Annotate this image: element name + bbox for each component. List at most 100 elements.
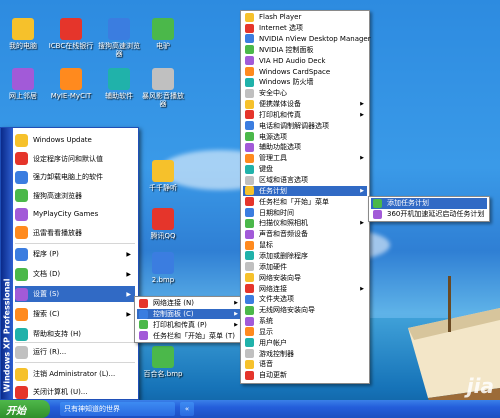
desktop-icon[interactable]: 百合名.bmp	[140, 346, 186, 378]
menu-item-label: 区域和语言选项	[259, 176, 308, 185]
desktop-icon[interactable]: 搜狗高速浏览器	[96, 18, 142, 58]
menu-item[interactable]: VIA HD Audio Deck	[243, 55, 367, 66]
accessibility-icon	[245, 142, 254, 152]
menu-item[interactable]: 自动更新	[243, 370, 367, 381]
windows-update-icon	[15, 133, 28, 147]
menu-item[interactable]: 打印机和传真 ▶	[243, 110, 367, 121]
taskbar-icon	[139, 331, 148, 341]
menu-item[interactable]: 日期和时间	[243, 207, 367, 218]
menu-item[interactable]: 扫描仪和照相机 ▶	[243, 218, 367, 229]
menu-item[interactable]: Windows CardSpace	[243, 66, 367, 77]
audio-icon	[245, 56, 254, 66]
menu-item[interactable]: 用户帐户	[243, 338, 367, 349]
menu-item[interactable]: 管理工具 ▶	[243, 153, 367, 164]
menu-item[interactable]: 打印机和传真 (P) ▶	[137, 320, 241, 331]
menu-item[interactable]: 辅助功能选项	[243, 142, 367, 153]
menu-item[interactable]: 显示	[243, 327, 367, 338]
submenu-arrow-icon: ▶	[234, 321, 238, 328]
menu-item[interactable]: 添加任务计划	[371, 198, 487, 209]
taskbar-more-icon[interactable]: «	[180, 402, 194, 416]
menu-item[interactable]: MyPlayCity Games	[15, 206, 135, 222]
menu-item[interactable]: 控制面板 (C) ▶	[137, 308, 241, 320]
taskbar-window-button[interactable]: 只有神知道的世界	[60, 402, 175, 416]
menu-item[interactable]: 系统	[243, 316, 367, 327]
menu-item[interactable]: 便携媒体设备 ▶	[243, 99, 367, 110]
desktop-icon[interactable]: 千千静听	[140, 160, 186, 192]
task-360-icon	[373, 209, 382, 219]
menu-item-label: NVIDIA nView Desktop Manager	[259, 34, 371, 43]
menu-item[interactable]: 网络连接 (N) ▶	[137, 298, 241, 309]
menu-item[interactable]: 安全中心	[243, 88, 367, 99]
menu-item[interactable]: 网络安装向导	[243, 272, 367, 283]
desktop-icon[interactable]: ICBC在线银行	[48, 18, 94, 50]
network-connections-icon	[245, 284, 254, 294]
menu-item-label: 迅雷看看播放器	[33, 228, 82, 237]
desktop-icon[interactable]: 电驴	[140, 18, 186, 50]
display-icon	[245, 327, 254, 337]
menu-item[interactable]: 360开机加速延迟启动任务计划	[371, 209, 487, 220]
menu-item-label: 辅助功能选项	[259, 143, 301, 152]
menu-item[interactable]: NVIDIA nView Desktop Manager	[243, 34, 371, 45]
menu-item[interactable]: 键盘	[243, 164, 367, 175]
menu-item[interactable]: 运行 (R)...	[15, 344, 135, 360]
menu-item-label: 设定程序访问和默认值	[33, 154, 103, 163]
menu-item[interactable]: 语音	[243, 359, 367, 370]
menu-item[interactable]: 文档 (D) ▶	[15, 266, 135, 282]
desktop-icon[interactable]: 我的电脑	[0, 18, 46, 50]
menu-item[interactable]: 迅雷看看播放器	[15, 225, 135, 241]
phone-icon	[245, 121, 254, 131]
menu-item[interactable]: 区域和语言选项	[243, 175, 367, 186]
menu-item[interactable]: 添加硬件	[243, 262, 367, 273]
menu-item[interactable]: 程序 (P) ▶	[15, 246, 135, 262]
start-button[interactable]: 开始	[0, 400, 50, 418]
desktop-icon[interactable]: 网上邻居	[0, 68, 46, 100]
menu-item[interactable]: NVIDIA 控制面板	[243, 45, 367, 56]
menu-item[interactable]: 游戏控制器	[243, 348, 367, 359]
menu-item[interactable]: 电话和调制解调器选项	[243, 121, 367, 132]
menu-item[interactable]: 任务计划 ▶	[243, 185, 367, 197]
menu-item-label: 控制面板 (C)	[153, 310, 194, 319]
menu-item[interactable]: 帮助和支持 (H)	[15, 326, 135, 342]
menu-item[interactable]: 文件夹选项	[243, 294, 367, 305]
menu-item[interactable]: 设定程序访问和默认值	[15, 151, 135, 167]
desktop-icon[interactable]: MyIE-MyCIT	[48, 68, 94, 100]
menu-item[interactable]: 设置 (S) ▶	[15, 286, 135, 302]
gamepad-icon	[245, 349, 254, 359]
menu-item[interactable]: Windows Update	[15, 132, 135, 148]
menu-item[interactable]: 无线网络安装向导	[243, 305, 367, 316]
menu-item[interactable]: 搜狗高速浏览器	[15, 188, 135, 204]
menu-item[interactable]: 关闭计算机 (U)...	[15, 384, 135, 400]
ttplayer-icon	[152, 160, 174, 182]
menu-item[interactable]: Internet 选项	[243, 23, 367, 34]
desktop-icon[interactable]: 辅助软件	[96, 68, 142, 100]
desktop-icon[interactable]: 腾讯QQ	[140, 208, 186, 240]
desktop-icon-label: 暴风影音播放器	[142, 92, 184, 108]
desktop-icon[interactable]: 2.bmp	[140, 252, 186, 284]
submenu-arrow-icon: ▶	[360, 187, 364, 194]
menu-item-label: 扫描仪和照相机	[259, 219, 308, 228]
menu-item[interactable]: Flash Player	[243, 12, 367, 23]
run-icon	[15, 345, 28, 359]
menu-item[interactable]: Windows 防火墙	[243, 77, 367, 88]
menu-item[interactable]: 声音和音频设备	[243, 229, 367, 240]
menu-item[interactable]: 电源选项	[243, 131, 367, 142]
submenu-arrow-icon: ▶	[360, 220, 364, 227]
menu-item[interactable]: 注销 Administrator (L)...	[15, 366, 135, 382]
menu-item[interactable]: 强力卸载电脑上的软件	[15, 169, 135, 185]
clock-icon	[245, 208, 254, 218]
menu-item-label: VIA HD Audio Deck	[259, 56, 326, 65]
desktop-icon[interactable]: 暴风影音播放器	[140, 68, 186, 108]
desktop-icon-label: 我的电脑	[9, 42, 37, 50]
add-task-icon	[373, 198, 382, 208]
menu-item[interactable]: 任务栏和「开始」菜单	[243, 196, 367, 207]
submenu-arrow-icon: ▶	[234, 300, 238, 307]
menu-item[interactable]: 鼠标	[243, 240, 367, 251]
region-icon	[245, 175, 254, 185]
keyboard-icon	[245, 164, 254, 174]
menu-item[interactable]: 搜索 (C) ▶	[15, 306, 135, 322]
menu-item[interactable]: 网络连接 ▶	[243, 283, 367, 294]
menu-item-label: 帮助和支持 (H)	[33, 330, 81, 338]
scheduled-tasks-submenu: 添加任务计划 360开机加速延迟启动任务计划	[368, 196, 490, 222]
menu-item[interactable]: 添加或删除程序	[243, 251, 367, 262]
menu-item[interactable]: 任务栏和「开始」菜单 (T)	[137, 330, 241, 341]
